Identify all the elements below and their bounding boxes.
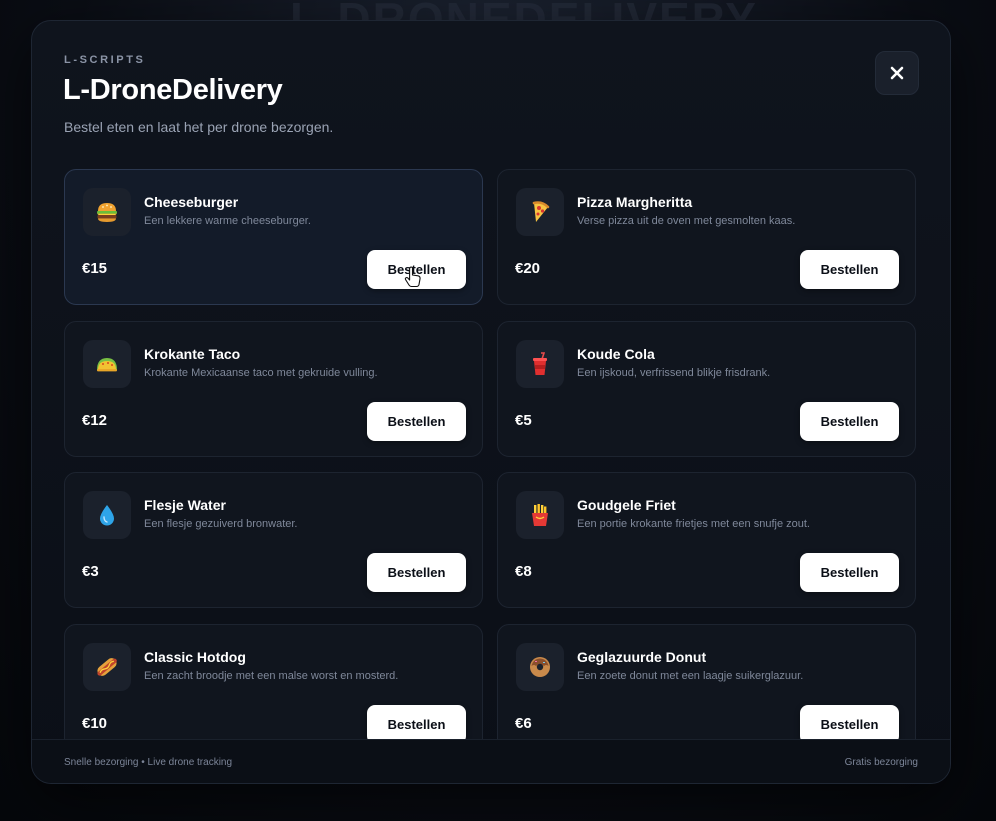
item-name: Goudgele Friet — [577, 497, 676, 513]
item-name: Pizza Margheritta — [577, 194, 693, 210]
menu-grid[interactable]: Cheeseburger Een lekkere warme cheesebur… — [32, 169, 950, 739]
item-price: €15 — [82, 260, 108, 277]
item-name: Cheeseburger — [144, 194, 239, 210]
menu-item-card: Geglazuurde Donut Een zoete donut met ee… — [497, 624, 916, 739]
hotdog-icon — [97, 658, 117, 676]
order-button[interactable]: Bestellen — [367, 402, 466, 441]
cola-icon — [533, 352, 547, 375]
close-icon — [890, 66, 904, 80]
item-price: €5 — [515, 412, 532, 429]
order-button[interactable]: Bestellen — [800, 402, 899, 441]
footer-features: Snelle bezorging • Live drone tracking — [64, 757, 233, 768]
order-button[interactable]: Bestellen — [367, 705, 466, 739]
order-button[interactable]: Bestellen — [800, 553, 899, 592]
menu-item-card: Flesje Water Een flesje gezuiverd bronwa… — [64, 472, 483, 608]
menu-item-card: Koude Cola Een ijskoud, verfrissend blik… — [497, 321, 916, 457]
item-description: Een lekkere warme cheeseburger. — [144, 215, 311, 227]
item-description: Een zoete donut met een laagje suikergla… — [577, 670, 804, 682]
item-name: Krokante Taco — [144, 346, 241, 362]
menu-item-card: Goudgele Friet Een portie krokante friet… — [497, 472, 916, 608]
item-name: Classic Hotdog — [144, 649, 246, 665]
item-name: Flesje Water — [144, 497, 226, 513]
brand-label: L-SCRIPTS — [64, 54, 146, 66]
menu-item-card: Krokante Taco Krokante Mexicaanse taco m… — [64, 321, 483, 457]
item-name: Geglazuurde Donut — [577, 649, 707, 665]
item-price: €6 — [515, 715, 532, 732]
item-price: €8 — [515, 563, 532, 580]
page-title: L-DroneDelivery — [63, 74, 283, 106]
item-price: €3 — [82, 563, 99, 580]
order-button[interactable]: Bestellen — [800, 250, 899, 289]
menu-item-card: Classic Hotdog Een zacht broodje met een… — [64, 624, 483, 739]
order-button[interactable]: Bestellen — [800, 705, 899, 739]
donut-icon — [530, 657, 550, 677]
menu-item-card: Pizza Margheritta Verse pizza uit de ove… — [497, 169, 916, 305]
drone-delivery-modal: L-SCRIPTS L-DroneDelivery Bestel eten en… — [31, 20, 951, 784]
pointer-cursor-icon — [404, 266, 421, 288]
item-price: €12 — [82, 412, 108, 429]
page-subtitle: Bestel eten en laat het per drone bezorg… — [64, 119, 334, 135]
item-name: Koude Cola — [577, 346, 655, 362]
water-drop-icon — [100, 505, 114, 526]
pizza-icon — [532, 201, 550, 222]
fries-icon — [532, 504, 548, 526]
footer-delivery-note: Gratis bezorging — [844, 757, 918, 768]
item-description: Een portie krokante frietjes met een snu… — [577, 518, 810, 530]
close-button[interactable] — [875, 51, 919, 95]
footer: Snelle bezorging • Live drone tracking G… — [32, 739, 950, 783]
item-price: €10 — [82, 715, 108, 732]
order-button[interactable]: Bestellen — [367, 553, 466, 592]
item-description: Verse pizza uit de oven met gesmolten ka… — [577, 215, 796, 227]
item-description: Een ijskoud, verfrissend blikje frisdran… — [577, 367, 771, 379]
item-description: Krokante Mexicaanse taco met gekruide vu… — [144, 367, 378, 379]
burger-icon — [97, 203, 117, 222]
item-price: €20 — [515, 260, 541, 277]
item-description: Een zacht broodje met een malse worst en… — [144, 670, 399, 682]
taco-icon — [97, 358, 117, 372]
item-description: Een flesje gezuiverd bronwater. — [144, 518, 298, 530]
